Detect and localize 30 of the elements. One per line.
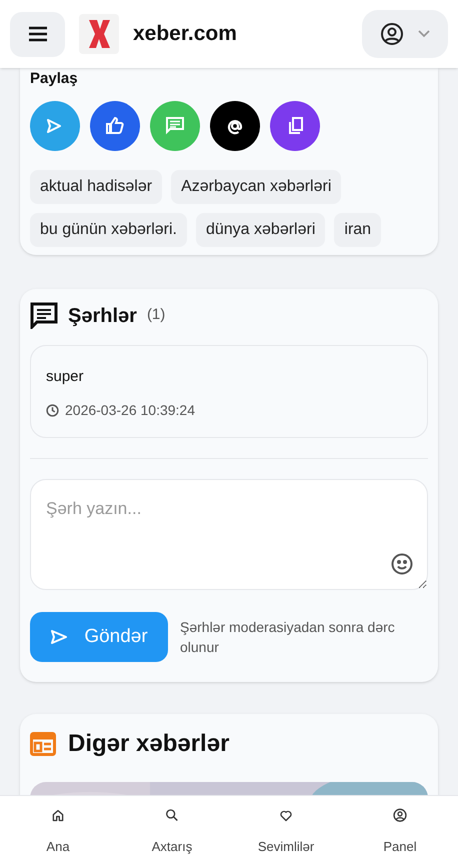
site-name[interactable]: xeber.com (133, 18, 237, 50)
comment-count: (1) (146, 305, 166, 326)
menu-button[interactable] (10, 12, 65, 56)
comment-text: super (46, 366, 85, 386)
tag-chip[interactable]: dünya xəbərləri (196, 212, 326, 246)
account-button[interactable] (362, 10, 448, 58)
tag-chip[interactable]: aktual hadisələr (30, 170, 162, 204)
comment-time: 2026-03-26 10:39:24 (65, 401, 195, 420)
menu-icon (28, 26, 48, 42)
comments-title: Şərhlər (68, 304, 137, 328)
section-title: Digər xəbərlər (68, 729, 230, 759)
comment-icon (30, 302, 58, 329)
nav-item[interactable]: Panel (362, 796, 438, 856)
send-icon (50, 629, 68, 645)
share-title: Paylaş (30, 69, 79, 89)
clock-icon (46, 404, 59, 417)
emoji-icon[interactable] (391, 553, 413, 575)
comment-input[interactable]: Şərh yazın... (30, 479, 428, 590)
moderation-note: Şərhlər moderasiyadan sonra dərc olunur (180, 618, 396, 657)
nav-item[interactable]: Axtarış (134, 796, 210, 856)
chevron-down-icon (418, 30, 430, 38)
tag-chip[interactable]: bu günün xəbərləri. (30, 212, 187, 246)
nav-item[interactable]: Ana (20, 796, 96, 856)
tag-chip[interactable]: Azərbaycan xəbərləri (171, 170, 342, 204)
tag-chip[interactable]: iran (334, 212, 382, 246)
user-icon (380, 22, 404, 46)
share-button[interactable] (210, 100, 260, 150)
newspaper-icon (30, 732, 56, 756)
nav-item[interactable]: Sevimlilər (248, 796, 324, 856)
logo-icon (79, 14, 119, 54)
